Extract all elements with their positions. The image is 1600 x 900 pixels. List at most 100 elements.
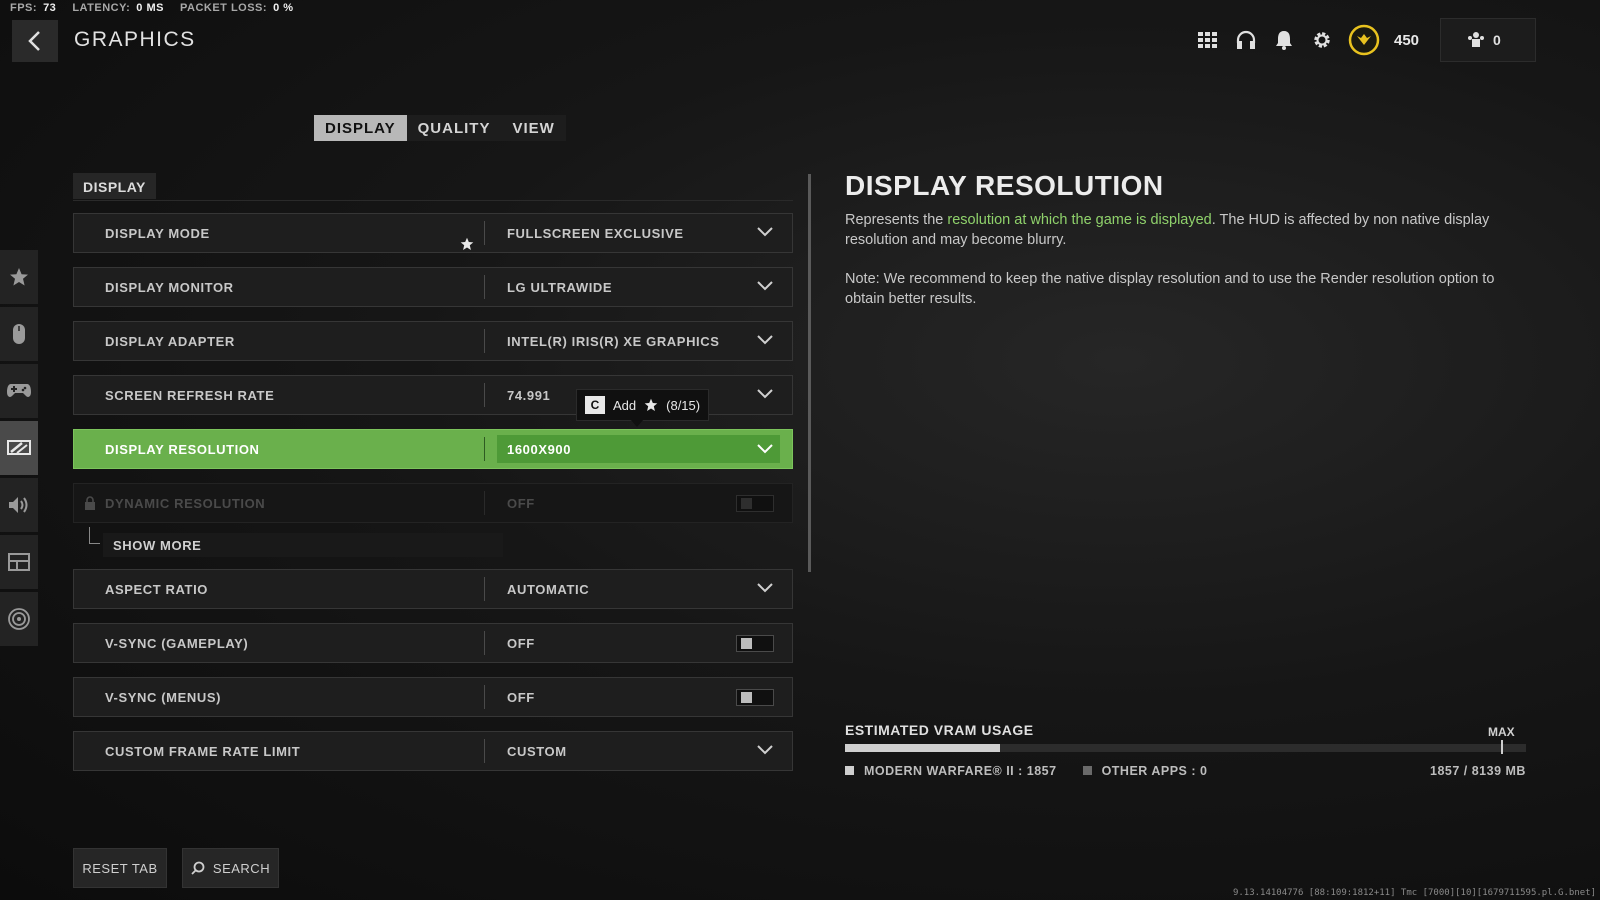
grid-menu-icon[interactable] <box>1196 28 1220 52</box>
legend-game: MODERN WARFARE® II : 1857 <box>864 764 1057 778</box>
setting-value: OFF <box>507 689 535 705</box>
headset-icon[interactable] <box>1234 28 1258 52</box>
settings-list: DISPLAY MODE FULLSCREEN EXCLUSIVE DISPLA… <box>73 213 793 776</box>
speaker-icon <box>9 497 28 513</box>
sidebar-item-favorites[interactable] <box>0 250 38 304</box>
controller-icon <box>7 384 31 397</box>
vram-title: ESTIMATED VRAM USAGE <box>845 722 1034 738</box>
sidebar-item-interface[interactable] <box>0 535 38 589</box>
star-icon <box>10 268 28 286</box>
tab-view[interactable]: VIEW <box>501 115 565 141</box>
search-icon <box>191 861 205 875</box>
setting-label: DISPLAY RESOLUTION <box>105 441 260 457</box>
setting-label: CUSTOM FRAME RATE LIMIT <box>105 743 301 759</box>
performance-stats: FPS: 73 LATENCY: 0 MS PACKET LOSS: 0 % <box>10 2 294 14</box>
tab-display[interactable]: DISPLAY <box>314 115 407 141</box>
setting-label: SCREEN REFRESH RATE <box>105 387 275 403</box>
setting-dynamic-resolution: DYNAMIC RESOLUTION OFF <box>73 483 793 523</box>
cod-points-icon[interactable] <box>1348 24 1380 56</box>
setting-label: DISPLAY MODE <box>105 225 210 241</box>
build-info: 9.13.14104776 [88:109:1812+11] Tmc [7000… <box>1232 888 1596 898</box>
party-count: 0 <box>1493 32 1501 48</box>
vram-max-label: MAX <box>1488 725 1515 739</box>
setting-value: 74.991 <box>507 387 551 403</box>
vram-usage-bar <box>845 744 1526 752</box>
reset-tab-label: RESET TAB <box>82 860 158 876</box>
vram-max-marker <box>1501 740 1503 754</box>
legend-swatch-game <box>845 766 854 775</box>
setting-label: ASPECT RATIO <box>105 581 209 597</box>
vram-usage-fill <box>845 744 1001 752</box>
setting-value: INTEL(R) IRIS(R) XE GRAPHICS <box>507 333 720 349</box>
setting-label: V-SYNC (GAMEPLAY) <box>105 635 249 651</box>
toggle-switch <box>736 495 774 512</box>
reset-tab-button[interactable]: RESET TAB <box>73 848 167 888</box>
chevron-down-icon[interactable] <box>756 280 774 292</box>
setting-value: CUSTOM <box>507 743 567 759</box>
mouse-icon <box>13 324 25 344</box>
gear-icon[interactable] <box>1310 28 1334 52</box>
packet-loss-value: 0 % <box>273 2 294 14</box>
detail-description: Represents the resolution at which the g… <box>845 210 1535 328</box>
chevron-down-icon[interactable] <box>756 226 774 238</box>
setting-display-monitor[interactable]: DISPLAY MONITOR LG ULTRAWIDE <box>73 267 793 307</box>
chevron-down-icon[interactable] <box>756 744 774 756</box>
scrollbar[interactable] <box>808 174 811 572</box>
tab-quality[interactable]: QUALITY <box>407 115 502 141</box>
interface-icon <box>8 553 30 571</box>
setting-display-mode[interactable]: DISPLAY MODE FULLSCREEN EXCLUSIVE <box>73 213 793 253</box>
section-label: DISPLAY <box>73 173 156 199</box>
chevron-down-icon <box>757 444 773 454</box>
setting-vsync-gameplay[interactable]: V-SYNC (GAMEPLAY) OFF <box>73 623 793 663</box>
show-more-button[interactable]: SHOW MORE <box>103 533 503 557</box>
chevron-down-icon[interactable] <box>756 388 774 400</box>
setting-value: OFF <box>507 635 535 651</box>
sidebar-item-audio[interactable] <box>0 478 38 532</box>
vram-legend: MODERN WARFARE® II : 1857 OTHER APPS : 0 <box>845 764 1207 778</box>
party-button[interactable]: 0 <box>1440 18 1536 62</box>
chevron-down-icon[interactable] <box>756 582 774 594</box>
fps-value: 73 <box>43 2 57 14</box>
back-button[interactable] <box>12 20 58 62</box>
setting-label: DISPLAY ADAPTER <box>105 333 235 349</box>
setting-value: 1600X900 <box>507 441 572 457</box>
resolution-dropdown[interactable]: 1600X900 <box>497 435 780 463</box>
setting-display-adapter[interactable]: DISPLAY ADAPTER INTEL(R) IRIS(R) XE GRAP… <box>73 321 793 361</box>
vram-total: 1857 / 8139 MB <box>1430 764 1526 778</box>
sidebar-item-graphics[interactable] <box>0 421 38 475</box>
add-favorite-tooltip: C Add (8/15) <box>576 389 710 421</box>
setting-label: DYNAMIC RESOLUTION <box>105 495 266 511</box>
star-icon <box>644 398 658 411</box>
setting-display-resolution[interactable]: DISPLAY RESOLUTION 1600X900 <box>73 429 793 469</box>
favorite-star-icon[interactable] <box>460 237 474 251</box>
sidebar-item-mouse[interactable] <box>0 307 38 361</box>
section-header: DISPLAY <box>73 173 793 201</box>
search-button[interactable]: SEARCH <box>182 848 279 888</box>
setting-vsync-menus[interactable]: V-SYNC (MENUS) OFF <box>73 677 793 717</box>
bell-icon[interactable] <box>1272 28 1296 52</box>
setting-value: AUTOMATIC <box>507 581 590 597</box>
fps-label: FPS: <box>10 2 38 14</box>
setting-value: FULLSCREEN EXCLUSIVE <box>507 225 684 241</box>
page-title: GRAPHICS <box>74 28 196 51</box>
search-label: SEARCH <box>212 860 271 876</box>
chevron-down-icon[interactable] <box>756 334 774 346</box>
chevron-left-icon <box>28 31 40 51</box>
legend-other: OTHER APPS : 0 <box>1101 764 1208 778</box>
toggle-switch[interactable] <box>736 689 774 706</box>
party-icon <box>1468 32 1484 47</box>
packet-loss-label: PACKET LOSS: <box>179 2 268 14</box>
setting-custom-frame-rate-limit[interactable]: CUSTOM FRAME RATE LIMIT CUSTOM <box>73 731 793 771</box>
graphics-icon <box>7 440 31 455</box>
keybind-badge: C <box>585 396 605 414</box>
tree-connector <box>89 527 100 544</box>
setting-aspect-ratio[interactable]: ASPECT RATIO AUTOMATIC <box>73 569 793 609</box>
setting-label: V-SYNC (MENUS) <box>105 689 222 705</box>
sidebar-item-controller[interactable] <box>0 364 38 418</box>
latency-label: LATENCY: <box>72 2 131 14</box>
tooltip-text: Add <box>613 397 637 413</box>
legend-swatch-other <box>1082 766 1092 775</box>
sidebar-item-network[interactable] <box>0 592 38 646</box>
top-bar: 450 <box>1196 18 1419 62</box>
toggle-switch[interactable] <box>736 635 774 652</box>
